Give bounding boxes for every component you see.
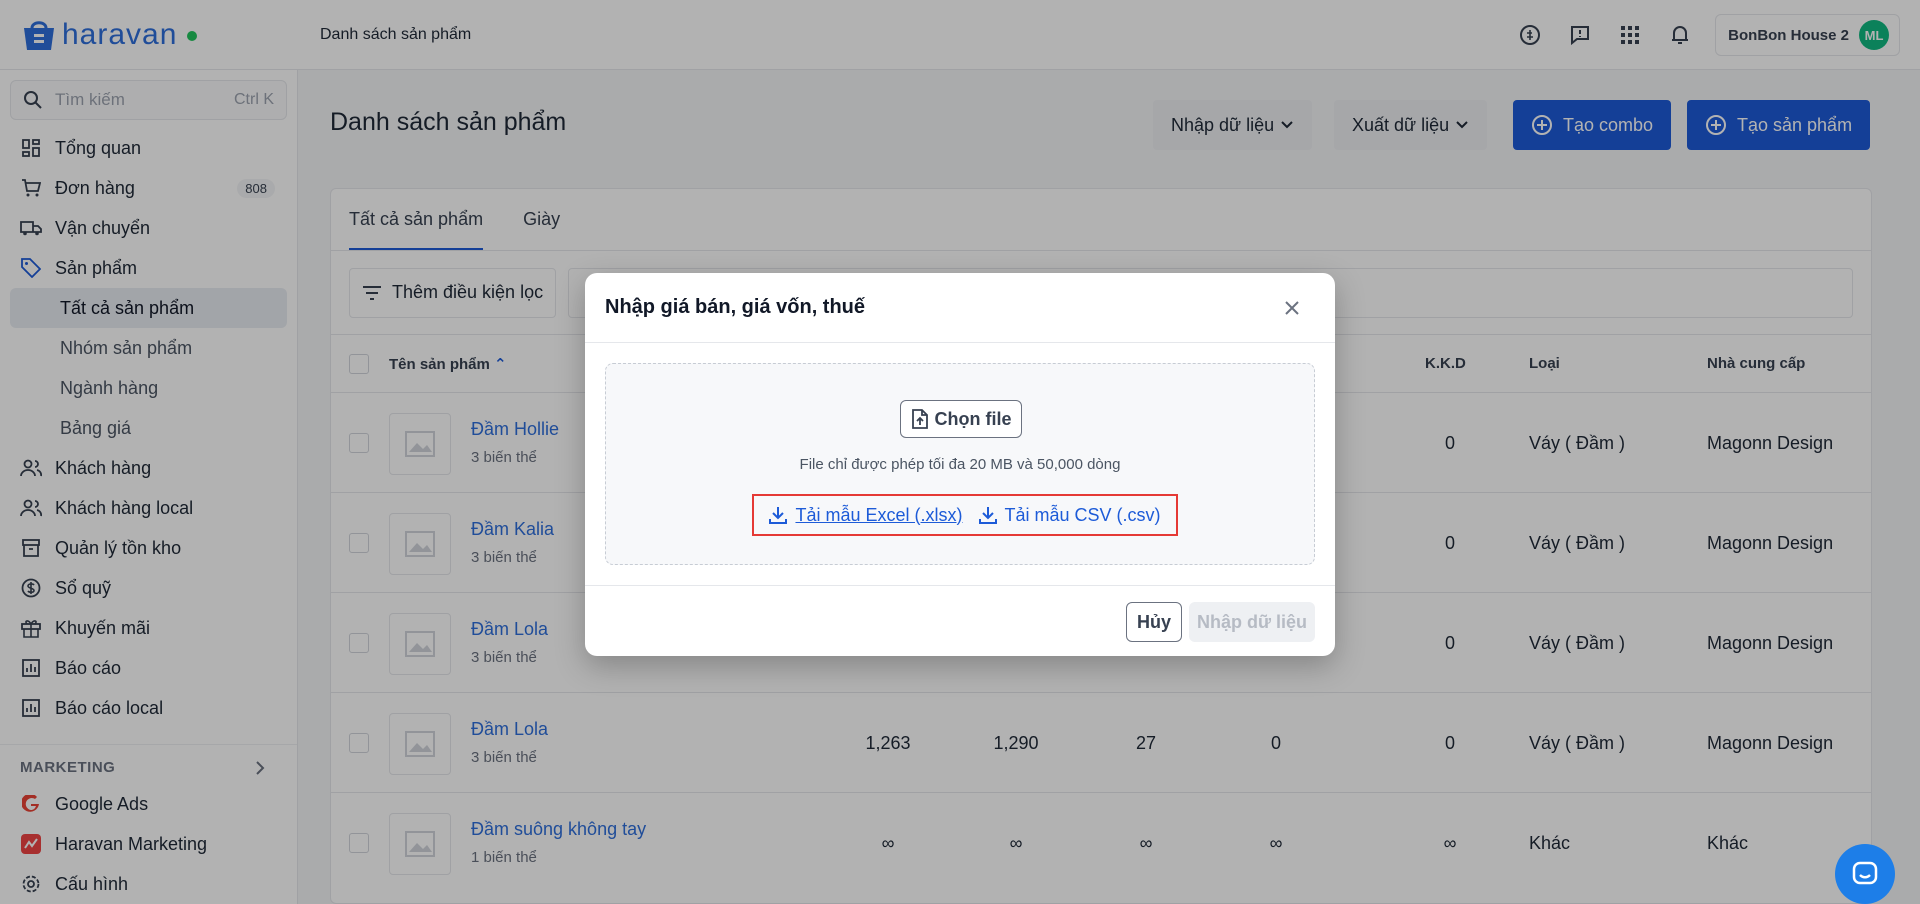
download-icon	[978, 507, 997, 524]
chat-support-button[interactable]	[1835, 844, 1895, 904]
import-data-button[interactable]: Nhập dữ liệu	[1189, 602, 1315, 642]
download-csv-template-link[interactable]: Tải mẫu CSV (.csv)	[978, 504, 1161, 526]
template-download-links: Tải mẫu Excel (.xlsx) Tải mẫu CSV (.csv)	[752, 494, 1178, 536]
download-excel-template-link[interactable]: Tải mẫu Excel (.xlsx)	[769, 504, 963, 526]
modal-title: Nhập giá bán, giá vốn, thuế	[605, 296, 866, 318]
file-drop-zone[interactable]: Chọn file File chỉ được phép tối đa 20 M…	[605, 363, 1315, 565]
modal-header: Nhập giá bán, giá vốn, thuế	[585, 273, 1335, 343]
modal-footer: Hủy Nhập dữ liệu	[585, 585, 1335, 656]
download-excel-label: Tải mẫu Excel (.xlsx)	[795, 504, 963, 525]
cancel-button[interactable]: Hủy	[1126, 602, 1182, 642]
import-modal: Nhập giá bán, giá vốn, thuế Chọn file Fi…	[585, 273, 1335, 656]
close-icon	[1285, 301, 1299, 315]
download-csv-label: Tải mẫu CSV (.csv)	[1004, 504, 1161, 525]
chat-icon	[1852, 861, 1878, 885]
choose-file-button[interactable]: Chọn file	[900, 400, 1022, 438]
file-upload-icon	[911, 409, 928, 429]
close-button[interactable]	[1279, 295, 1305, 321]
download-icon	[769, 507, 788, 524]
file-limit-note: File chỉ được phép tối đa 20 MB và 50,00…	[799, 456, 1121, 473]
choose-file-label: Chọn file	[934, 408, 1012, 429]
